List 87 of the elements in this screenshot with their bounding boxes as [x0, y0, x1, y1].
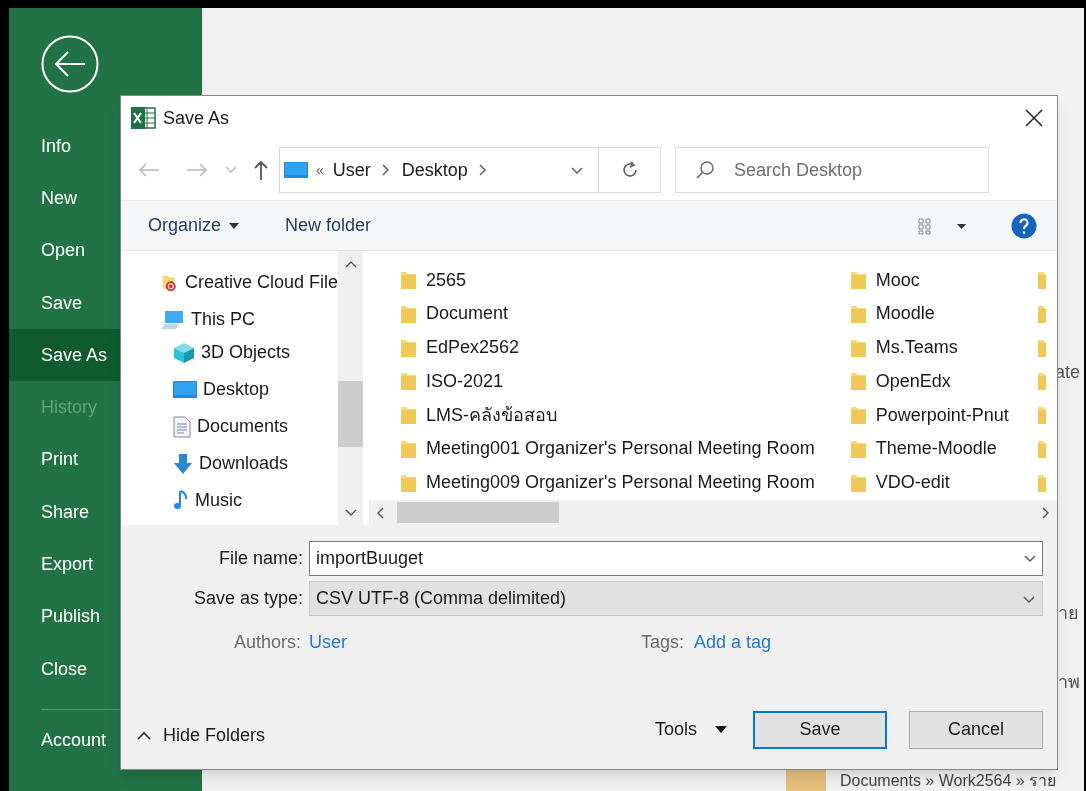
breadcrumb-item[interactable]: User [332, 156, 371, 184]
folder-name[interactable]: Meeting001 Organizer's Personal Meeting Room [426, 435, 815, 463]
nav-item[interactable]: 3D Objects [201, 339, 291, 366]
up-arrow-icon[interactable] [253, 159, 269, 181]
folder-icon [1036, 472, 1046, 493]
folder-icon [849, 438, 866, 459]
new-folder-button[interactable]: New folder [285, 212, 372, 239]
folder-name[interactable]: Mooc [875, 266, 920, 294]
folder-icon [849, 472, 866, 493]
folder-name[interactable]: Document [426, 300, 509, 328]
field-label: File name: [217, 547, 304, 570]
help-icon[interactable] [1011, 212, 1037, 239]
folder-name[interactable]: OpenEdx [875, 367, 951, 395]
document-icon [173, 415, 191, 438]
window-title: Save As [163, 106, 230, 130]
back-icon[interactable] [41, 35, 99, 93]
folder-name[interactable]: Meeting009 Organizer's Personal Meeting Room [426, 469, 815, 497]
nav-item[interactable]: Documents [197, 413, 289, 440]
folder-name[interactable]: 2565 [426, 266, 467, 294]
nav-item[interactable]: Downloads [199, 450, 289, 477]
dialog-button[interactable]: Save [753, 710, 887, 749]
folder-icon [1036, 303, 1046, 324]
close-icon[interactable] [1025, 109, 1043, 127]
hide-folders-button[interactable]: Hide Folders [137, 722, 266, 749]
folder-name[interactable]: EdPex2562 [426, 334, 520, 362]
file-name-field[interactable]: importBuuget [309, 541, 1043, 576]
scrollbar-thumb[interactable] [338, 381, 363, 447]
folder-icon [400, 270, 416, 291]
download-icon [173, 452, 193, 475]
refresh-icon[interactable] [620, 161, 639, 179]
breadcrumb-item[interactable]: Desktop [401, 156, 468, 184]
vertical-scrollbar[interactable] [338, 251, 363, 525]
file-path: Documents » Work2564 » ราย [840, 772, 1057, 789]
breadcrumb-overflow[interactable]: « [316, 159, 324, 181]
folder-icon [849, 270, 866, 291]
horizontal-scrollbar[interactable] [369, 500, 1057, 525]
folder-icon [1036, 371, 1046, 392]
folder-name[interactable]: Powerpoint-Pnut [875, 401, 1009, 429]
field-label: Authors: [232, 630, 302, 654]
folder-name[interactable]: LMS-คลังข้อสอบ [426, 401, 557, 429]
folder-name[interactable]: Moodle [875, 300, 935, 328]
excel-icon [131, 106, 157, 130]
folder-icon [849, 303, 866, 324]
computer-icon [161, 309, 185, 330]
tools-button[interactable]: Tools [654, 716, 727, 743]
folder-icon [849, 337, 866, 358]
dialog-button[interactable]: Cancel [909, 710, 1043, 749]
chevron-up-icon [137, 731, 151, 740]
folder-name[interactable]: Theme-Moodle [875, 435, 997, 463]
address-bar[interactable]: « User Desktop [279, 147, 661, 193]
organize-button[interactable]: Organize [148, 212, 240, 239]
nav-item[interactable]: Music [195, 487, 242, 514]
folder-icon [1036, 270, 1046, 291]
folder-name[interactable]: Ms.Teams [875, 334, 958, 362]
nav-item[interactable]: Desktop [203, 376, 270, 403]
caret-icon [229, 222, 240, 229]
folder-icon [1036, 337, 1046, 358]
field-label: Tags: [641, 630, 685, 654]
folder-icon [849, 371, 866, 392]
search-field[interactable]: Search Desktop [675, 147, 989, 193]
field-label: Save as type: [192, 587, 304, 610]
file-thumbnail [786, 770, 826, 791]
folder-icon [849, 405, 866, 426]
folder-name[interactable]: ISO-2021 [426, 367, 504, 395]
folder-icon [1036, 405, 1046, 426]
background-text: าพ [1058, 671, 1080, 694]
music-icon [173, 489, 189, 512]
folder-icon [1036, 438, 1046, 459]
desktop-icon [173, 380, 197, 399]
authors-link[interactable]: User [309, 628, 347, 656]
folder-icon [400, 337, 416, 358]
caret-icon [715, 726, 727, 733]
folder-name[interactable]: VDO-edit [875, 469, 950, 497]
folder-icon [400, 303, 416, 324]
folder-icon [400, 371, 416, 392]
scrollbar-thumb[interactable] [397, 502, 559, 523]
folder-icon [400, 405, 416, 426]
add-tag-link[interactable]: Add a tag [694, 628, 772, 656]
desktop-icon [284, 162, 308, 178]
background-text: าย [1058, 602, 1079, 625]
save-type-select[interactable]: CSV UTF-8 (Comma delimited) [309, 581, 1043, 616]
search-icon [695, 160, 715, 180]
nav-item[interactable]: Creative Cloud File [184, 269, 338, 296]
folder-icon [400, 472, 416, 493]
folder-icon [400, 438, 416, 459]
view-options-icon[interactable] [917, 216, 969, 235]
cube-icon [173, 341, 195, 364]
